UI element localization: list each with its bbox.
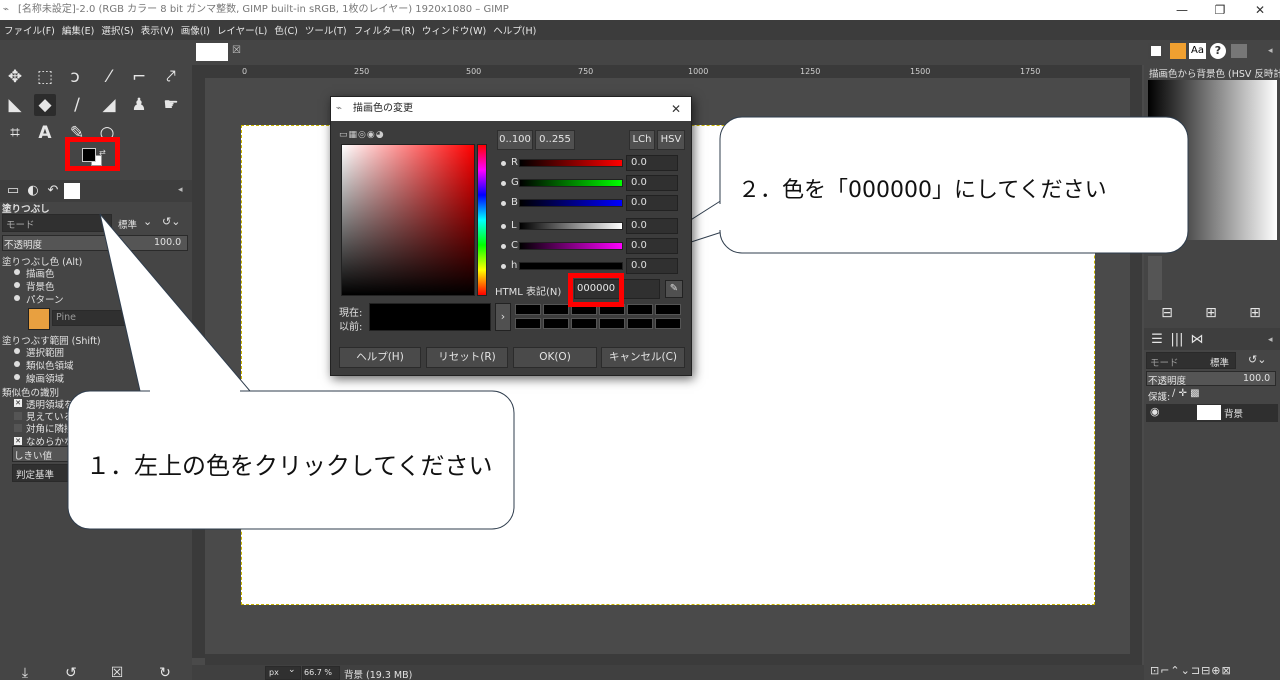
slider-h[interactable]: h 0.0 <box>499 258 685 274</box>
history-swatch[interactable] <box>627 318 653 329</box>
slider-c-label: C <box>511 240 518 251</box>
slider-b-radio[interactable] <box>501 201 506 206</box>
slider-r-value[interactable]: 0.0 <box>626 155 678 171</box>
slider-b[interactable]: B 0.0 <box>499 195 685 211</box>
slider-h-value[interactable]: 0.0 <box>626 258 678 274</box>
reset-button[interactable]: リセット(R) <box>426 347 508 368</box>
history-swatch[interactable] <box>655 318 681 329</box>
history-swatch[interactable] <box>543 304 569 315</box>
slider-h-radio[interactable] <box>501 264 506 269</box>
slider-r-bar[interactable] <box>519 159 623 167</box>
callout-step2: ２．色を「000000」にしてください <box>738 178 1107 203</box>
color-selector-icons[interactable]: ▭▦◎◉◕ <box>339 130 385 140</box>
slider-l-label: L <box>511 220 517 231</box>
color-saturation-area[interactable] <box>341 144 475 296</box>
slider-l-value[interactable]: 0.0 <box>626 218 678 234</box>
cancel-button[interactable]: キャンセル(C) <box>601 347 685 368</box>
hsv-button[interactable]: HSV <box>657 130 685 150</box>
history-swatch[interactable] <box>515 304 541 315</box>
foreground-color-swatch-front[interactable] <box>82 148 96 162</box>
slider-l-bar[interactable] <box>519 222 623 230</box>
fg-color-dialog: ⌁ 描画色の変更 ✕ ▭▦◎◉◕ 0..100 0..255 LCh HSV R… <box>330 96 692 376</box>
dialog-close-button[interactable]: ✕ <box>671 97 681 121</box>
current-previous-swatch <box>369 303 491 331</box>
slider-c-radio[interactable] <box>501 244 506 249</box>
callout-step1: １．左上の色をクリックしてください <box>86 452 493 480</box>
dialog-titlebar: ⌁ 描画色の変更 ✕ <box>331 97 691 121</box>
slider-r-label: R <box>511 157 518 168</box>
slider-l[interactable]: L 0.0 <box>499 218 685 234</box>
add-to-history-button[interactable]: › <box>495 303 511 331</box>
html-notation-label: HTML 表記(N) <box>495 287 562 298</box>
previous-label: 以前: <box>339 322 363 333</box>
history-swatch[interactable] <box>571 318 597 329</box>
slider-l-radio[interactable] <box>501 224 506 229</box>
help-button[interactable]: ヘルプ(H) <box>339 347 421 368</box>
slider-g[interactable]: G 0.0 <box>499 175 685 191</box>
range-0-255-button[interactable]: 0..255 <box>535 130 575 150</box>
slider-b-bar[interactable] <box>519 199 623 207</box>
history-swatch[interactable] <box>543 318 569 329</box>
history-swatch[interactable] <box>515 318 541 329</box>
dialog-title: 描画色の変更 <box>353 103 413 114</box>
slider-r-radio[interactable] <box>501 161 506 166</box>
ok-button[interactable]: OK(O) <box>513 347 597 368</box>
slider-g-label: G <box>511 177 519 188</box>
slider-c-value[interactable]: 0.0 <box>626 238 678 254</box>
slider-g-value[interactable]: 0.0 <box>626 175 678 191</box>
hue-strip[interactable] <box>477 144 487 296</box>
slider-b-label: B <box>511 197 518 208</box>
current-label: 現在: <box>339 308 363 319</box>
history-swatch[interactable] <box>627 304 653 315</box>
callout1-tail <box>99 213 252 392</box>
slider-g-radio[interactable] <box>501 181 506 186</box>
slider-r[interactable]: R 0.0 <box>499 155 685 171</box>
range-0-100-button[interactable]: 0..100 <box>497 130 533 150</box>
history-swatch[interactable] <box>599 318 625 329</box>
dialog-app-icon: ⌁ <box>336 103 343 114</box>
slider-c-bar[interactable] <box>519 242 623 250</box>
slider-g-bar[interactable] <box>519 179 623 187</box>
history-swatch[interactable] <box>655 304 681 315</box>
slider-b-value[interactable]: 0.0 <box>626 195 678 211</box>
highlight-html-notation <box>568 273 624 307</box>
eyedropper-button-icon[interactable]: ✎ <box>665 280 683 298</box>
slider-h-label: h <box>511 260 518 271</box>
slider-h-bar[interactable] <box>519 262 623 270</box>
lch-button[interactable]: LCh <box>629 130 655 150</box>
slider-c[interactable]: C 0.0 <box>499 238 685 254</box>
